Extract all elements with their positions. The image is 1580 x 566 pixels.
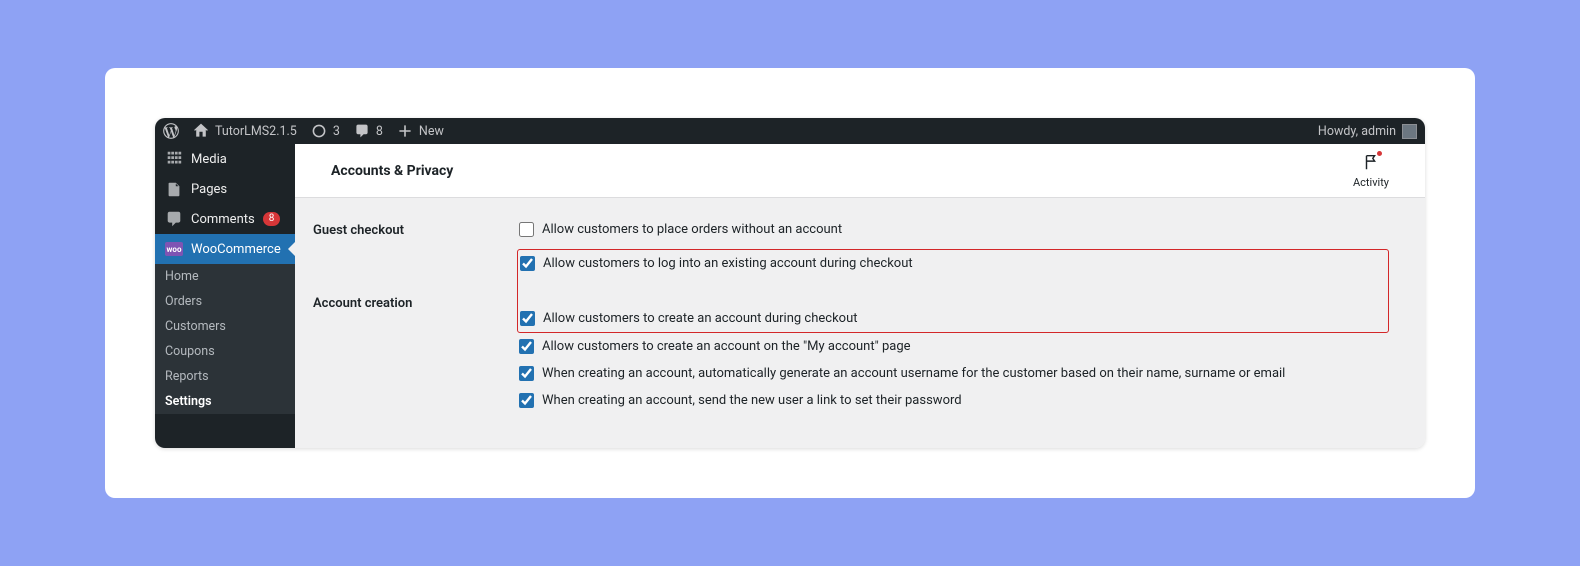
flag-icon [1362, 153, 1380, 171]
greeting-text: Howdy, admin [1318, 124, 1396, 139]
sidebar-sub-settings[interactable]: Settings [155, 389, 295, 414]
sidebar: Media Pages Comments 8 woo WooCommerce H… [155, 144, 295, 448]
wp-logo[interactable] [163, 123, 179, 139]
pages-icon [165, 180, 183, 198]
media-label: Media [191, 152, 227, 167]
checkbox-opt2[interactable] [520, 256, 535, 271]
site-name: TutorLMS2.1.5 [215, 124, 297, 139]
woocommerce-label: WooCommerce [191, 242, 281, 257]
plus-icon [397, 123, 413, 139]
sidebar-item-woocommerce[interactable]: woo WooCommerce [155, 234, 295, 264]
wordpress-icon [163, 123, 179, 139]
activity-icon-wrap [1362, 153, 1380, 174]
pages-label: Pages [191, 182, 227, 197]
activity-button[interactable]: Activity [1353, 153, 1389, 189]
updates-icon [311, 123, 327, 139]
media-icon [165, 150, 183, 168]
sidebar-sub-reports[interactable]: Reports [155, 364, 295, 389]
comments-count: 8 [376, 124, 383, 139]
sidebar-item-media[interactable]: Media [155, 144, 295, 174]
home-icon [193, 123, 209, 139]
checkbox-opt4[interactable] [519, 339, 534, 354]
app-shell: TutorLMS2.1.5 3 8 New Howdy, admin [155, 118, 1425, 448]
comments-icon [165, 210, 183, 228]
page-title: Accounts & Privacy [331, 163, 453, 179]
admin-bar: TutorLMS2.1.5 3 8 New Howdy, admin [155, 118, 1425, 144]
sidebar-sub-coupons[interactable]: Coupons [155, 339, 295, 364]
opt6-text: When creating an account, send the new u… [542, 393, 962, 408]
outer-card: TutorLMS2.1.5 3 8 New Howdy, admin [105, 68, 1475, 498]
checkbox-opt6[interactable] [519, 393, 534, 408]
sidebar-sub-orders[interactable]: Orders [155, 289, 295, 314]
checkbox-opt5[interactable] [519, 366, 534, 381]
opt-create-on-my-account[interactable]: Allow customers to create an account on … [519, 339, 1389, 354]
admin-bar-left: TutorLMS2.1.5 3 8 New [163, 123, 444, 139]
sidebar-sub-customers[interactable]: Customers [155, 314, 295, 339]
woocommerce-icon: woo [165, 242, 183, 256]
user-greeting[interactable]: Howdy, admin [1318, 124, 1417, 139]
opt1-text: Allow customers to place orders without … [542, 222, 842, 237]
comments-link[interactable]: 8 [354, 123, 383, 139]
comments-label: Comments [191, 212, 255, 227]
settings-content: Guest checkout Allow customers to place … [295, 198, 1425, 448]
new-label: New [419, 124, 444, 139]
body-split: Media Pages Comments 8 woo WooCommerce H… [155, 144, 1425, 448]
updates-link[interactable]: 3 [311, 123, 340, 139]
site-name-link[interactable]: TutorLMS2.1.5 [193, 123, 297, 139]
new-link[interactable]: New [397, 123, 444, 139]
activity-label: Activity [1353, 176, 1389, 189]
opt4-text: Allow customers to create an account on … [542, 339, 911, 354]
sidebar-item-comments[interactable]: Comments 8 [155, 204, 295, 234]
comment-icon [354, 123, 370, 139]
comments-badge: 8 [263, 212, 281, 226]
account-creation-label: Account creation [313, 295, 519, 311]
opt-place-orders-no-account[interactable]: Allow customers to place orders without … [519, 222, 1389, 237]
avatar [1402, 124, 1417, 139]
sidebar-item-pages[interactable]: Pages [155, 174, 295, 204]
admin-bar-right: Howdy, admin [1318, 124, 1417, 139]
opt5-text: When creating an account, automatically … [542, 366, 1285, 381]
opt-auto-username[interactable]: When creating an account, automatically … [519, 366, 1389, 381]
opt2-text: Allow customers to log into an existing … [543, 256, 913, 271]
page-header: Accounts & Privacy Activity [295, 144, 1425, 198]
account-creation-fields: Allow customers to create an account on … [519, 295, 1389, 408]
guest-checkout-label: Guest checkout [313, 222, 519, 238]
checkbox-opt1[interactable] [519, 222, 534, 237]
opt-login-during-checkout[interactable]: Allow customers to log into an existing … [520, 256, 1380, 271]
sidebar-sub-home[interactable]: Home [155, 264, 295, 289]
account-creation-row: Account creation Allow customers to crea… [313, 295, 1389, 408]
updates-count: 3 [333, 124, 340, 139]
main-area: Accounts & Privacy Activity Guest checko… [295, 144, 1425, 448]
opt-password-link[interactable]: When creating an account, send the new u… [519, 393, 1389, 408]
